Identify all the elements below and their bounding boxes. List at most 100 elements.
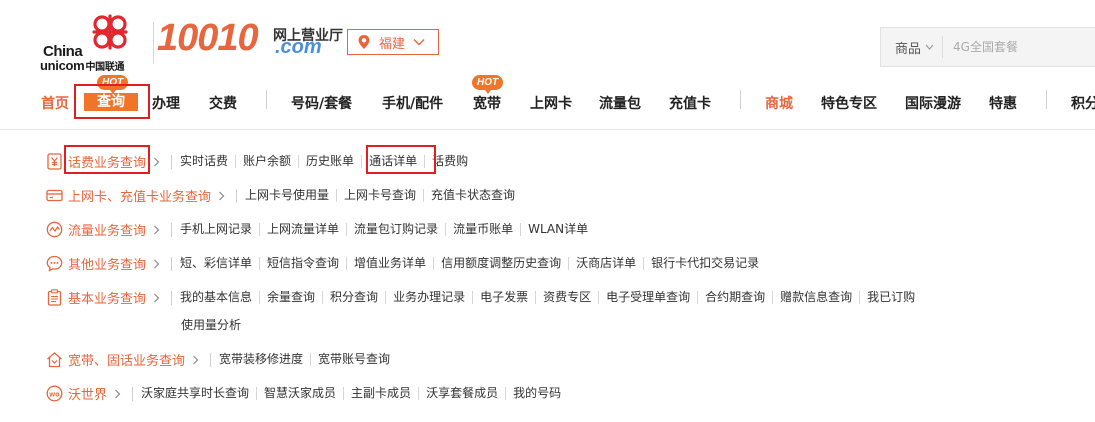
house-icon — [47, 352, 62, 368]
link-data-details[interactable]: 上网流量详单 — [260, 223, 348, 236]
brand-number[interactable]: 10010 — [157, 17, 259, 60]
nav-item-number-plan[interactable]: 号码/套餐 — [291, 93, 352, 113]
menu-title-wo-world[interactable]: 沃世界 — [68, 384, 107, 403]
link-points-query[interactable]: 积分查询 — [323, 291, 387, 304]
link-tariff-zone[interactable]: 资费专区 — [536, 291, 600, 304]
highlight-box-query — [74, 84, 150, 119]
menu-title-datacard-query[interactable]: 上网卡、充值卡业务查询 — [68, 186, 211, 205]
chevron-right-icon — [154, 293, 160, 302]
nav-item-home[interactable]: 首页 — [41, 93, 69, 113]
link-account-balance[interactable]: 账户余额 — [236, 155, 300, 168]
nav-item-special-zone[interactable]: 特色专区 — [821, 93, 877, 113]
highlight-box-call-details — [366, 145, 436, 174]
nav-item-recharge-card[interactable]: 充值卡 — [669, 93, 711, 113]
chevron-down-icon — [925, 44, 934, 50]
unicom-knot-icon — [92, 14, 128, 50]
nav-separator — [1046, 90, 1047, 109]
menu-row-wo-world: wo 沃世界 沃家庭共享时长查询 智慧沃家成员 主副卡成员 沃享套餐成员 我的号… — [46, 384, 568, 403]
chevron-right-icon — [154, 225, 160, 234]
link-datapack-orders[interactable]: 流量包订购记录 — [347, 223, 447, 236]
link-bank-card-records[interactable]: 银行卡代扣交易记录 — [644, 257, 766, 270]
menu-title-basic-query[interactable]: 基本业务查询 — [68, 288, 146, 307]
link-sms-mms-details[interactable]: 短、彩信详单 — [172, 257, 261, 270]
link-gift-info-query[interactable]: 赠款信息查询 — [773, 291, 861, 304]
nav-item-handle[interactable]: 办理 — [152, 93, 180, 113]
search-category-label: 商品 — [895, 41, 922, 57]
link-realtime-bill[interactable]: 实时话费 — [172, 155, 237, 168]
link-main-sub-card-members[interactable]: 主副卡成员 — [344, 387, 420, 400]
nav-separator — [266, 90, 267, 109]
nav-item-data-pack[interactable]: 流量包 — [599, 93, 641, 113]
link-usage-analysis[interactable]: 使用量分析 — [174, 316, 241, 333]
menu-row-other-query: 其他业务查询 短、彩信详单 短信指令查询 增值业务详单 信用额度调整历史查询 沃… — [46, 254, 766, 273]
link-balance-query[interactable]: 余量查询 — [260, 291, 324, 304]
link-e-invoice[interactable]: 电子发票 — [473, 291, 537, 304]
query-dropdown-menu: 话费业务查询 实时话费 账户余额 历史账单 通话详单 话费购 上网卡、充值卡业务… — [0, 130, 1095, 422]
menu-row-basic-query: 基本业务查询 我的基本信息 余量查询 积分查询 业务办理记录 电子发票 资费专区… — [46, 288, 922, 307]
wo-circle-icon: wo — [46, 385, 63, 402]
link-my-numbers[interactable]: 我的号码 — [506, 387, 568, 400]
link-datacard-usage[interactable]: 上网卡号使用量 — [237, 189, 338, 202]
nav-separator — [740, 90, 741, 109]
link-mobile-internet-records[interactable]: 手机上网记录 — [172, 223, 261, 236]
link-smart-family-members[interactable]: 智慧沃家成员 — [257, 387, 345, 400]
chevron-right-icon — [219, 191, 225, 200]
search-category-dropdown[interactable]: 商品 — [895, 38, 934, 57]
menu-title-data-query[interactable]: 流量业务查询 — [68, 220, 146, 239]
main-nav: 首页 查询 HOT 办理 交费 号码/套餐 手机/配件 宽带 HOT 上网卡 流… — [0, 75, 1095, 130]
nav-item-mall[interactable]: 商城 — [765, 93, 793, 113]
clipboard-icon — [47, 289, 62, 306]
menu-title-broadband-query[interactable]: 宽带、固话业务查询 — [68, 350, 185, 369]
chevron-right-icon — [115, 389, 121, 398]
logo-text-unicom: unicom中国联通 — [40, 58, 125, 73]
link-data-coin-bill[interactable]: 流量币账单 — [446, 223, 522, 236]
menu-row-broadband-query: 宽带、固话业务查询 宽带装移修进度 宽带账号查询 — [46, 350, 397, 369]
location-pin-icon — [358, 35, 370, 49]
link-contract-query[interactable]: 合约期查询 — [698, 291, 774, 304]
nav-item-broadband[interactable]: 宽带 — [473, 93, 501, 113]
menu-row-datacard-query: 上网卡、充值卡业务查询 上网卡号使用量 上网卡号查询 充值卡状态查询 — [46, 186, 522, 205]
nav-item-data-card[interactable]: 上网卡 — [530, 93, 572, 113]
traffic-wave-icon — [46, 221, 63, 238]
link-wo-package-members[interactable]: 沃享套餐成员 — [419, 387, 507, 400]
link-wlan-details[interactable]: WLAN详单 — [521, 223, 595, 236]
link-credit-limit-history[interactable]: 信用额度调整历史查询 — [434, 257, 570, 270]
nav-item-deals[interactable]: 特惠 — [989, 93, 1017, 113]
chevron-right-icon — [154, 259, 160, 268]
chevron-right-icon — [154, 157, 160, 166]
chat-bubble-icon — [46, 255, 63, 272]
nav-item-roaming[interactable]: 国际漫游 — [905, 93, 961, 113]
link-datacard-number-query[interactable]: 上网卡号查询 — [337, 189, 425, 202]
highlight-box-bill-query — [64, 145, 150, 174]
nav-item-pay[interactable]: 交费 — [209, 93, 237, 113]
chevron-right-icon — [193, 355, 199, 364]
link-my-subscriptions[interactable]: 我已订购 — [860, 291, 922, 304]
link-sms-command-query[interactable]: 短信指令查询 — [260, 257, 348, 270]
link-business-records[interactable]: 业务办理记录 — [386, 291, 474, 304]
nav-item-phone-accessory[interactable]: 手机/配件 — [382, 93, 443, 113]
link-basic-info[interactable]: 我的基本信息 — [172, 291, 261, 304]
brand-domain: .com — [275, 36, 322, 58]
chevron-down-icon — [413, 39, 425, 46]
menu-row-data-query: 流量业务查询 手机上网记录 上网流量详单 流量包订购记录 流量币账单 WLAN详… — [46, 220, 595, 239]
hot-badge: HOT — [472, 75, 504, 94]
link-recharge-card-status[interactable]: 充值卡状态查询 — [424, 189, 522, 202]
search-input[interactable] — [953, 40, 1094, 54]
card-icon — [46, 189, 63, 202]
svg-text:wo: wo — [48, 389, 60, 398]
search-separator — [942, 36, 944, 58]
link-e-receipt-query[interactable]: 电子受理单查询 — [599, 291, 699, 304]
header-divider — [153, 22, 154, 64]
city-selector[interactable]: 福建 — [347, 29, 439, 55]
link-value-added-details[interactable]: 增值业务详单 — [347, 257, 435, 270]
bill-yuan-icon — [47, 153, 62, 170]
link-history-bill[interactable]: 历史账单 — [299, 155, 363, 168]
menu-title-other-query[interactable]: 其他业务查询 — [68, 254, 146, 273]
link-wo-family-share[interactable]: 沃家庭共享时长查询 — [133, 387, 258, 400]
link-wo-store-details[interactable]: 沃商店详单 — [569, 257, 645, 270]
link-broadband-progress[interactable]: 宽带装移修进度 — [211, 353, 312, 366]
site-header: China unicom中国联通 10010 网上营业厅 .com 福建 商品 — [0, 0, 1095, 82]
china-unicom-logo[interactable]: China unicom中国联通 — [40, 12, 150, 73]
link-broadband-account-query[interactable]: 宽带账号查询 — [311, 353, 397, 366]
nav-item-points[interactable]: 积分 — [1071, 93, 1095, 113]
